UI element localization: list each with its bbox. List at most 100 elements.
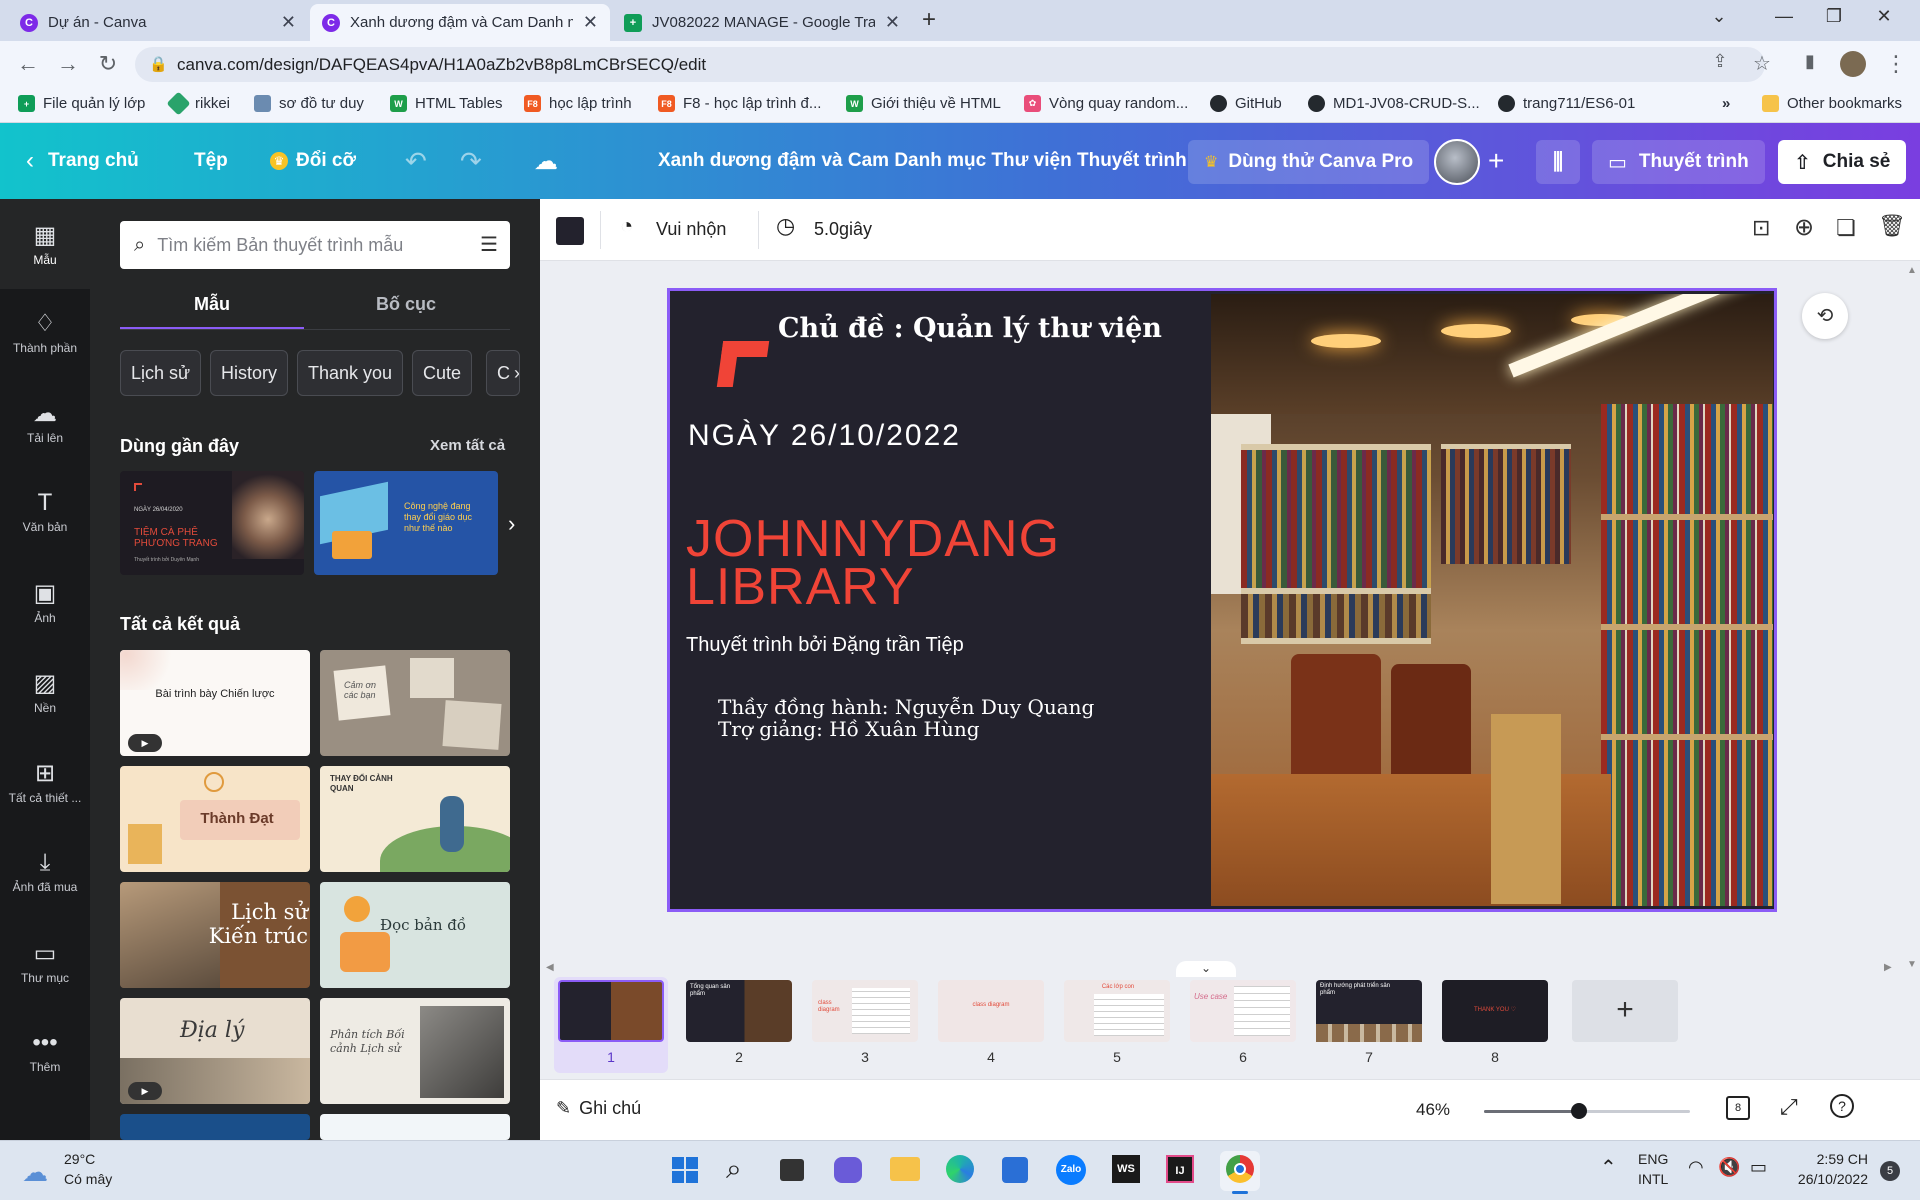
document-title[interactable]: Xanh dương đậm và Cam Danh mục Thư viện …	[658, 123, 1187, 199]
minimize-button[interactable]: —	[1770, 6, 1798, 27]
clock-time[interactable]: 2:59 CH	[1790, 1151, 1868, 1167]
bookmark-item[interactable]: ✿ Vòng quay random...	[1024, 95, 1188, 112]
page-thumb-8[interactable]: THANK YOU ♡	[1442, 980, 1548, 1042]
duplicate-page-icon[interactable]: ❏	[1836, 215, 1856, 241]
tab-templates[interactable]: Mẫu	[120, 294, 304, 315]
url-field[interactable]: 🔒 canva.com/design/DAFQEAS4pvA/H1A0aZb2v…	[135, 47, 1765, 82]
notification-badge[interactable]: 5	[1880, 1161, 1900, 1181]
library-photo[interactable]	[1211, 294, 1773, 906]
clock-date[interactable]: 26/10/2022	[1790, 1171, 1868, 1187]
page-thumb-5[interactable]: Các lớp con	[1064, 980, 1170, 1042]
search-icon[interactable]: ⌕	[726, 1153, 742, 1186]
add-page-icon[interactable]: ⊕	[1794, 213, 1814, 242]
page-thumb-7[interactable]: Định hướng phát triển sản phẩm	[1316, 980, 1422, 1042]
rail-photos[interactable]: ▣ Ảnh	[0, 579, 90, 625]
chip-cute[interactable]: Cute	[412, 350, 473, 396]
result-template[interactable]: Đọc bản đồ	[320, 882, 510, 988]
add-comment-button[interactable]: ⟲	[1802, 293, 1848, 339]
bookmark-item[interactable]: W Giới thiệu về HTML	[846, 95, 1001, 112]
close-tab-icon[interactable]: ✕	[583, 12, 598, 33]
rail-templates[interactable]: ▦ Mẫu	[0, 199, 90, 289]
duration-button[interactable]: 5.0giây	[814, 219, 872, 240]
chip-thank-you[interactable]: Thank you	[297, 350, 404, 396]
result-template[interactable]: Địa lý ▶	[120, 998, 310, 1104]
new-tab-button[interactable]: +	[922, 6, 936, 34]
scroll-down-arrow[interactable]: ▼	[1907, 959, 1917, 970]
intellij-icon[interactable]: IJ	[1166, 1155, 1194, 1183]
bookmark-item[interactable]: MD1-JV08-CRUD-S...	[1308, 95, 1480, 112]
add-people-button[interactable]: +	[1488, 123, 1504, 199]
notes-button[interactable]: ✎ Ghi chú	[556, 1098, 641, 1119]
scroll-left-arrow[interactable]: ◀	[546, 962, 554, 973]
weather-temp[interactable]: 29°C	[64, 1151, 95, 1167]
page-thumb-1[interactable]	[558, 980, 664, 1042]
bookmark-item[interactable]: trang711/ES6-01	[1498, 95, 1635, 112]
cloud-saved-icon[interactable]: ☁	[534, 123, 558, 199]
speaker-muted-icon[interactable]: 🔇	[1718, 1157, 1740, 1178]
vertical-scrollbar[interactable]: ▲ ▼	[1902, 261, 1920, 977]
profile-avatar[interactable]	[1840, 51, 1866, 77]
forward-button[interactable]: →	[54, 51, 82, 77]
see-all-link[interactable]: Xem tất cả	[430, 437, 505, 454]
bookmark-item[interactable]: W HTML Tables	[390, 95, 503, 112]
language-line2[interactable]: INTL	[1638, 1171, 1668, 1187]
trash-icon[interactable]: 🗑	[1878, 213, 1906, 239]
resize-button[interactable]: ♛ Đổi cỡ	[270, 123, 356, 199]
rail-all-designs[interactable]: ⊞ Tất cả thiết ...	[0, 759, 90, 805]
slide-date[interactable]: NGÀY 26/10/2022	[688, 419, 961, 453]
zoom-slider-knob[interactable]	[1571, 1103, 1587, 1119]
weather-cloud-icon[interactable]: ☁	[22, 1157, 48, 1188]
weather-desc[interactable]: Có mây	[64, 1171, 112, 1187]
bookmark-item[interactable]: GitHub	[1210, 95, 1282, 112]
bookmark-star-icon[interactable]: ☆	[1748, 51, 1776, 76]
zalo-icon[interactable]: Zalo	[1056, 1155, 1086, 1185]
rail-backgrounds[interactable]: ▨ Nền	[0, 669, 90, 715]
try-pro-button[interactable]: ♛ Dùng thử Canva Pro	[1188, 140, 1430, 184]
filter-sliders-icon[interactable]: ☰	[480, 232, 498, 257]
result-template[interactable]: Cảm ơn các bạn	[320, 650, 510, 756]
other-bookmarks[interactable]: Other bookmarks	[1762, 95, 1902, 112]
rail-more[interactable]: ••• Thêm	[0, 1029, 90, 1074]
edge-icon[interactable]	[946, 1155, 974, 1183]
close-tab-icon[interactable]: ✕	[885, 12, 900, 33]
insights-chart-icon[interactable]: ⫼	[1536, 140, 1580, 184]
tab-canva-projects[interactable]: C Dự án - Canva ✕	[8, 4, 308, 41]
rail-folders[interactable]: ▭ Thư mục	[0, 939, 90, 985]
redo-button[interactable]: ↷	[460, 123, 482, 199]
tab-layouts[interactable]: Bố cục	[314, 294, 498, 315]
show-hidden-icons-chevron-icon[interactable]: ⌃	[1600, 1155, 1617, 1180]
user-avatar[interactable]	[1434, 139, 1480, 185]
page-count-button[interactable]: 8	[1726, 1096, 1750, 1120]
bookmarks-overflow[interactable]: »	[1722, 95, 1730, 112]
recent-template-tech[interactable]: Công nghệ đang thay đổi giáo dục như thế…	[314, 471, 498, 575]
tab-current-design[interactable]: C Xanh dương đậm và Cam Danh m ✕	[310, 4, 610, 41]
result-template[interactable]: Phân tích Bối cảnh Lịch sử	[320, 998, 510, 1104]
color-swatch[interactable]	[556, 217, 584, 245]
tab-google-slides[interactable]: + JV082022 MANAGE - Google Trang ✕	[612, 4, 912, 41]
recent-template-coffee[interactable]: NGÀY 26/04/2020 TIỆM CÀ PHÊ PHƯƠNG TRANG…	[120, 471, 304, 575]
slide-topic[interactable]: Chủ đề : Quản lý thư viện	[778, 313, 1162, 344]
result-template[interactable]	[320, 1114, 510, 1140]
chip-history[interactable]: History	[210, 350, 289, 396]
bookmark-item[interactable]: sơ đồ tư duy	[254, 95, 364, 112]
share-page-icon[interactable]: ⇪	[1706, 51, 1734, 72]
teams-chat-icon[interactable]	[834, 1157, 862, 1183]
slide-title[interactable]: JOHNNYDANG LIBRARY	[686, 513, 1060, 613]
zoom-value[interactable]: 46%	[1416, 1100, 1450, 1120]
result-template[interactable]: Thành Đạt	[120, 766, 310, 872]
reload-button[interactable]: ↻	[94, 51, 122, 77]
slide-presenter[interactable]: Thuyết trình bởi Đặng trần Tiệp	[686, 634, 964, 657]
battery-icon[interactable]: ▭	[1750, 1157, 1767, 1178]
wifi-icon[interactable]: ◠	[1688, 1157, 1704, 1178]
collapse-filmstrip-chevron-icon[interactable]: ⌄	[1176, 961, 1236, 977]
bookmark-item[interactable]: F8 F8 - học lập trình đ...	[658, 95, 821, 112]
maximize-button[interactable]: ❐	[1820, 6, 1848, 27]
store-icon[interactable]	[1002, 1157, 1028, 1183]
back-button[interactable]: ←	[14, 51, 42, 77]
scroll-right-arrow[interactable]: ▶	[1884, 962, 1892, 973]
chip-lich-su[interactable]: Lịch sử	[120, 350, 202, 396]
lock-icon[interactable]: ⊡	[1752, 215, 1770, 241]
chip-more[interactable]: C ›	[486, 350, 520, 396]
windows-start-icon[interactable]	[672, 1157, 698, 1183]
rail-elements[interactable]: ♢ Thành phần	[0, 309, 90, 355]
